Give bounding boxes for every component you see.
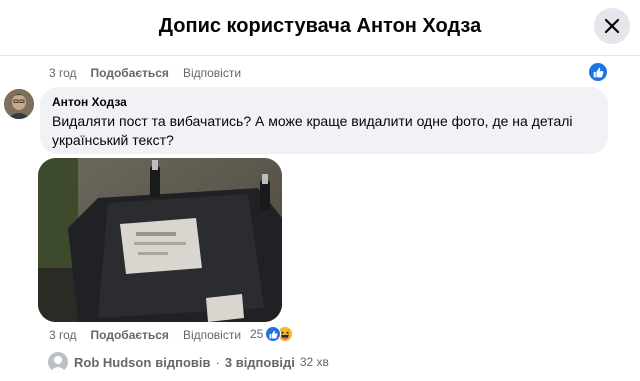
dialog-header: Допис користувача Антон Ходза <box>0 0 640 56</box>
replies-row[interactable]: Rob Hudson відповів · 3 відповіді 32 хв <box>48 352 329 372</box>
replies-count[interactable]: 3 відповіді <box>225 355 295 370</box>
reply-author[interactable]: Rob Hudson <box>74 355 151 370</box>
close-icon <box>604 18 620 34</box>
reaction-summary[interactable]: 25 <box>250 326 294 342</box>
comment-photo[interactable] <box>38 158 282 322</box>
like-button[interactable]: Подобається <box>91 328 169 342</box>
comment-bubble: Антон Ходза Видаляти пост та вибачатись?… <box>40 87 608 154</box>
avatar[interactable] <box>4 89 34 119</box>
dialog-title: Допис користувача Антон Ходза <box>158 15 482 37</box>
reply-action[interactable]: відповів <box>155 355 210 370</box>
close-button[interactable] <box>594 8 630 44</box>
reply-button[interactable]: Відповісти <box>183 328 241 342</box>
prev-comment-actions: 3 год Подобається Відповісти <box>49 66 241 80</box>
avatar <box>48 352 68 372</box>
reply-age: 32 хв <box>299 355 329 369</box>
comment-text: Видаляти пост та вибачатись? А може кращ… <box>52 113 573 148</box>
separator: · <box>215 354 220 370</box>
prev-reply-button[interactable]: Відповісти <box>183 66 241 80</box>
comment-author[interactable]: Антон Ходза <box>52 95 596 109</box>
comment-time[interactable]: 3 год <box>49 328 77 342</box>
prev-comment-time[interactable]: 3 год <box>49 66 77 80</box>
prev-like-button[interactable]: Подобається <box>91 66 169 80</box>
like-icon[interactable] <box>589 63 607 81</box>
reaction-count: 25 <box>250 327 264 341</box>
comment-actions: 3 год Подобається Відповісти <box>49 328 241 342</box>
